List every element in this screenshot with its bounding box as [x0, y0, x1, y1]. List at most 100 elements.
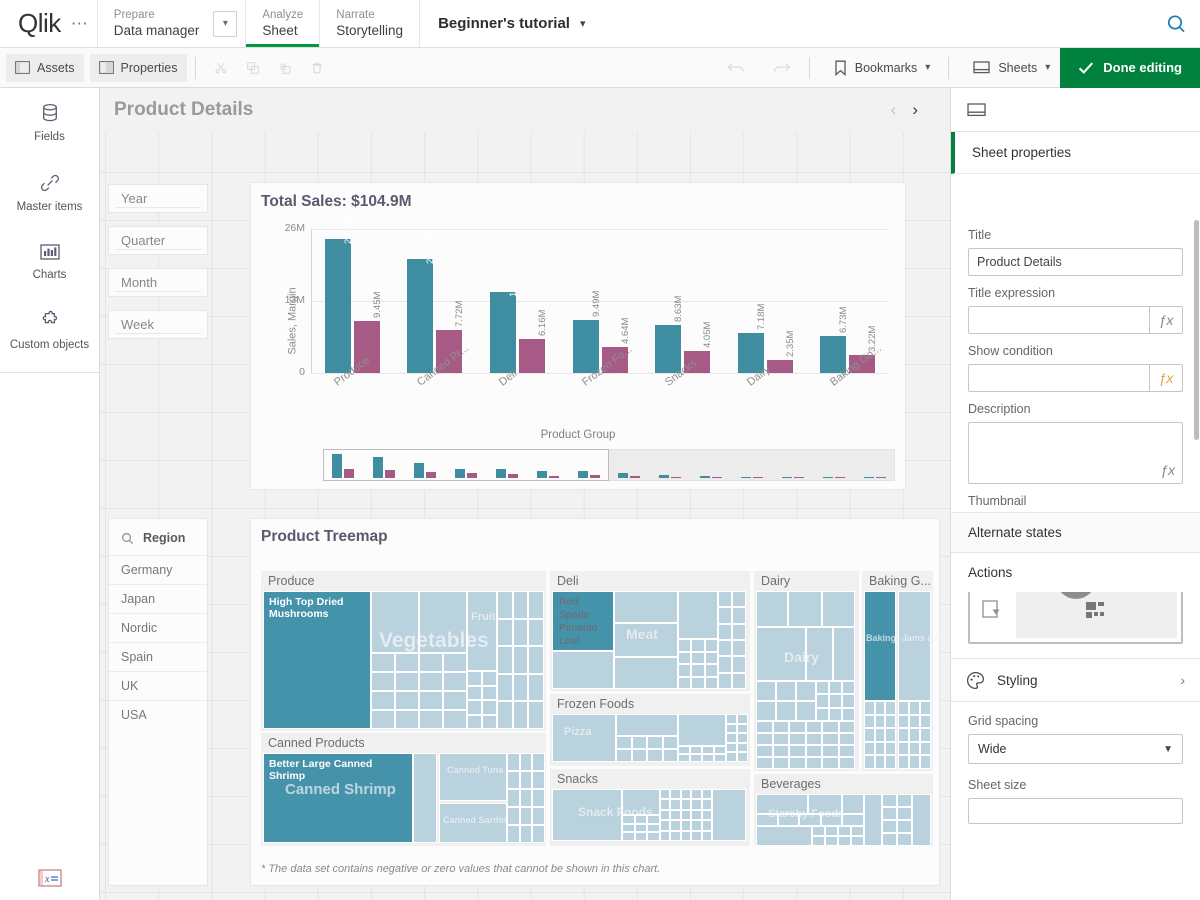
treemap-tile[interactable]	[737, 714, 748, 724]
treemap-group-dairy[interactable]: DairyDairy	[754, 571, 859, 771]
treemap-tile[interactable]	[520, 825, 533, 843]
treemap-tile[interactable]	[756, 745, 773, 757]
treemap-tile[interactable]	[497, 591, 513, 619]
treemap-tile[interactable]	[864, 755, 875, 769]
treemap-tile[interactable]	[806, 757, 823, 769]
treemap-tile[interactable]	[528, 619, 544, 647]
treemap-group-baking-g-[interactable]: Baking G...Baking GoodsJams and...	[862, 571, 933, 771]
treemap-tile[interactable]	[497, 674, 513, 702]
treemap-tile[interactable]	[864, 715, 875, 729]
expression-icon[interactable]: x	[0, 856, 100, 900]
chart-scrollbar[interactable]	[251, 445, 907, 485]
treemap-tile[interactable]	[789, 733, 806, 745]
expression-fx-button[interactable]: ƒx	[1149, 306, 1183, 334]
nav-section-narrate[interactable]: Narrate Storytelling	[320, 0, 420, 47]
rail-item-charts[interactable]: Charts	[0, 228, 99, 296]
treemap-tile[interactable]	[616, 714, 678, 736]
treemap-tile[interactable]	[681, 789, 691, 799]
treemap-tile[interactable]	[681, 799, 691, 809]
bookmarks-button[interactable]: Bookmarks ▾	[824, 54, 941, 82]
treemap-tile[interactable]	[670, 799, 680, 809]
bar-sales-3[interactable]	[573, 320, 599, 373]
redo-button[interactable]	[762, 54, 801, 82]
treemap-tile[interactable]	[443, 691, 467, 710]
chevron-down-icon[interactable]: ▾	[213, 11, 237, 37]
treemap-tile[interactable]	[773, 733, 790, 745]
treemap-tile[interactable]	[678, 746, 690, 754]
treemap-tile[interactable]	[756, 721, 773, 733]
treemap-tile[interactable]	[726, 724, 737, 734]
treemap-tile[interactable]	[419, 691, 443, 710]
treemap-tile[interactable]	[714, 746, 726, 754]
treemap-tile[interactable]	[467, 715, 482, 730]
treemap-group-canned-products[interactable]: Canned ProductsBetter Large Canned Shrim…	[261, 733, 546, 846]
treemap-tile[interactable]	[773, 745, 790, 757]
prev-sheet-button[interactable]: ‹	[891, 100, 897, 120]
bar-sales-1[interactable]	[407, 259, 433, 373]
treemap-tile[interactable]	[718, 656, 732, 672]
treemap-tile[interactable]	[796, 701, 816, 721]
treemap-tile[interactable]	[726, 733, 737, 743]
title-expression-input[interactable]	[968, 306, 1149, 334]
bar-sales-4[interactable]	[655, 325, 681, 373]
treemap-tile[interactable]	[622, 832, 635, 841]
treemap-tile[interactable]	[520, 807, 533, 825]
treemap-tile[interactable]	[670, 789, 680, 799]
treemap-tile[interactable]	[371, 710, 395, 729]
nav-section-prepare[interactable]: Prepare Data manager ▾	[97, 0, 247, 47]
rail-item-custom-objects[interactable]: Custom objects	[0, 296, 99, 366]
treemap-tile[interactable]	[842, 814, 864, 826]
app-name-dropdown[interactable]: Beginner's tutorial ▾	[420, 0, 603, 47]
treemap-tile[interactable]	[882, 794, 897, 807]
sheet-size-select[interactable]	[968, 798, 1183, 824]
treemap-tile[interactable]	[528, 591, 544, 619]
treemap-tile[interactable]	[647, 736, 663, 749]
treemap-tile[interactable]	[812, 826, 825, 836]
treemap-tile[interactable]	[702, 831, 712, 841]
treemap-tile[interactable]	[691, 820, 701, 830]
treemap-tile[interactable]	[635, 832, 648, 841]
treemap-tile[interactable]	[825, 836, 838, 846]
treemap-tile[interactable]	[909, 701, 920, 715]
region-item-nordic[interactable]: Nordic	[109, 613, 207, 642]
treemap-tile[interactable]	[691, 639, 704, 652]
treemap-tile[interactable]	[678, 677, 691, 690]
treemap-tile[interactable]	[482, 715, 497, 730]
treemap-tile[interactable]	[681, 820, 691, 830]
treemap-tile[interactable]	[528, 701, 544, 729]
treemap-tile[interactable]	[842, 681, 855, 694]
treemap-tile[interactable]	[822, 745, 839, 757]
treemap-tile[interactable]	[864, 728, 875, 742]
treemap-tile[interactable]	[632, 736, 648, 749]
scrollbar-window[interactable]	[323, 449, 609, 481]
treemap-tile[interactable]	[622, 824, 635, 833]
filter-year[interactable]: Year	[108, 184, 208, 213]
treemap-tile[interactable]	[909, 755, 920, 769]
treemap-tile[interactable]	[714, 754, 726, 762]
sheet-icon[interactable]	[967, 102, 986, 118]
treemap-tile[interactable]	[882, 820, 897, 833]
treemap-tile[interactable]	[756, 681, 776, 701]
treemap-tile[interactable]	[552, 714, 616, 762]
treemap-tile[interactable]	[829, 708, 842, 721]
treemap-tile[interactable]	[443, 653, 467, 672]
treemap-tile[interactable]	[789, 757, 806, 769]
done-editing-button[interactable]: Done editing	[1060, 48, 1200, 88]
treemap-tile[interactable]	[806, 745, 823, 757]
treemap-tile[interactable]	[789, 745, 806, 757]
treemap-tile[interactable]	[737, 752, 748, 762]
nav-section-analyze[interactable]: Analyze Sheet	[246, 0, 320, 47]
treemap-tile[interactable]	[678, 714, 726, 746]
treemap-tile[interactable]	[737, 733, 748, 743]
treemap-tile[interactable]	[776, 681, 796, 701]
treemap-tile[interactable]	[897, 807, 912, 820]
treemap-tile[interactable]	[864, 742, 875, 756]
bar-chart-plot[interactable]: Sales, Margin 26M13M024.16M9.45MProduce2…	[251, 217, 907, 417]
treemap-tile[interactable]	[839, 745, 856, 757]
treemap-tile[interactable]	[864, 701, 875, 715]
treemap-tile[interactable]	[482, 686, 497, 701]
treemap-tile[interactable]	[702, 810, 712, 820]
treemap-tile[interactable]	[773, 721, 790, 733]
treemap-tile[interactable]	[691, 810, 701, 820]
treemap-tile[interactable]	[467, 686, 482, 701]
